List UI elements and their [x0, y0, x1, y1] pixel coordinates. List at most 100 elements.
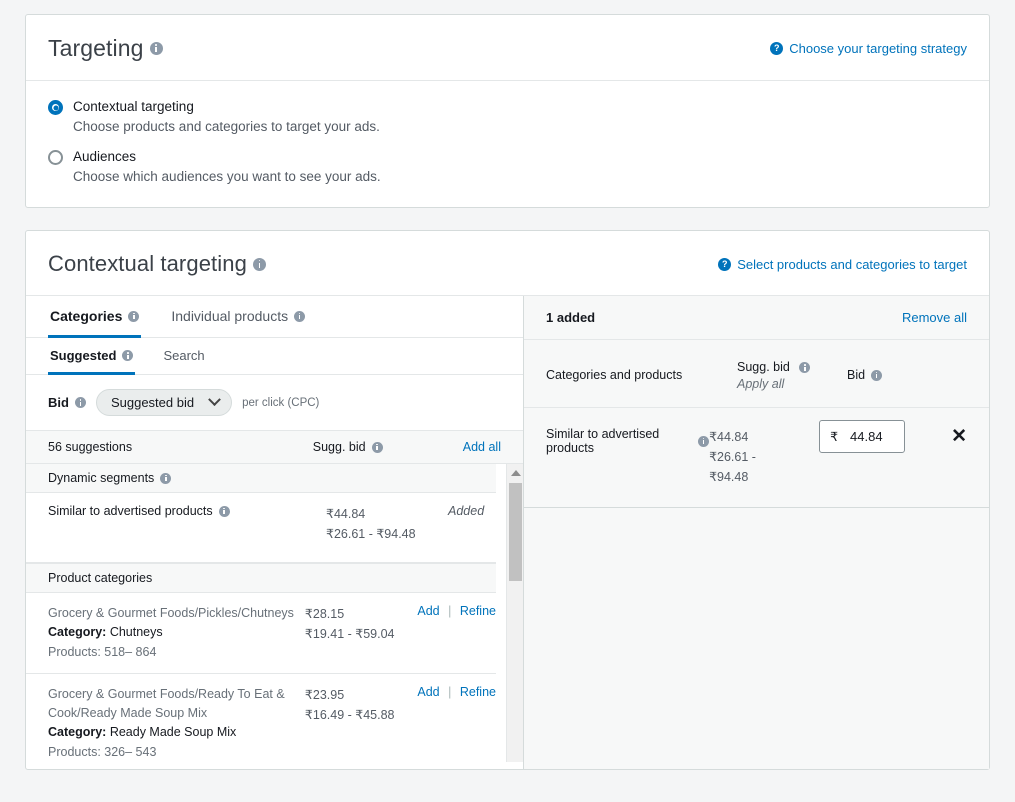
- list-item-path: Grocery & Gourmet Foods/Ready To Eat & C…: [48, 685, 297, 723]
- radio-audiences-label: Audiences: [73, 149, 136, 165]
- chevron-down-icon: [208, 393, 221, 406]
- remove-row-button[interactable]: ✕: [951, 420, 967, 454]
- list-item-bid-range: ₹19.41 - ₹59.04: [305, 624, 417, 644]
- list-item-actions: Add | Refine: [417, 685, 496, 762]
- tab-categories[interactable]: Categories: [48, 296, 141, 338]
- group-header-label: Product categories: [48, 571, 152, 585]
- info-icon[interactable]: [219, 506, 230, 517]
- suggestions-list-clip: Dynamic segments Similar to advertised p…: [26, 464, 496, 762]
- list-item[interactable]: Similar to advertised products ₹44.84 ₹2…: [26, 493, 496, 563]
- info-icon[interactable]: [150, 42, 163, 55]
- list-item-bid: ₹44.84 ₹26.61 - ₹94.48: [326, 504, 448, 551]
- bid-control-row: Bid Suggested bid per click (CPC): [26, 375, 523, 430]
- remove-all-button[interactable]: Remove all: [902, 310, 967, 325]
- info-icon[interactable]: [372, 442, 383, 453]
- list-item-bid-value: ₹44.84: [326, 504, 448, 524]
- list-item-category: Category: Chutneys: [48, 623, 297, 642]
- list-item-bid-range: ₹26.61 - ₹94.48: [326, 524, 448, 544]
- added-row-name-group: Similar to advertised products: [546, 420, 709, 455]
- refine-button[interactable]: Refine: [460, 604, 496, 618]
- add-button[interactable]: Add: [417, 604, 439, 618]
- list-item-bid-value: ₹28.15: [305, 604, 417, 624]
- info-icon[interactable]: [75, 397, 86, 408]
- list-item-products: Products: 518– 864: [48, 643, 297, 662]
- targeting-title-text: Targeting: [48, 35, 144, 62]
- list-item-category: Category: Ready Made Soup Mix: [48, 723, 297, 742]
- radio-audiences[interactable]: [48, 150, 63, 165]
- list-item-actions: Add | Refine: [417, 604, 496, 662]
- added-table-header: Categories and products Sugg. bid Apply …: [524, 340, 989, 408]
- list-item-bid: ₹23.95 ₹16.49 - ₹45.88: [305, 685, 417, 762]
- info-icon[interactable]: [799, 362, 810, 373]
- radio-audiences-desc: Choose which audiences you want to see y…: [73, 169, 967, 185]
- bid-type-value: Suggested bid: [111, 395, 194, 410]
- contextual-card-header: Contextual targeting ? Select products a…: [26, 231, 989, 296]
- subtab-suggested[interactable]: Suggested: [48, 338, 135, 375]
- suggestion-subtabs: Suggested Search: [26, 338, 523, 375]
- info-icon[interactable]: [128, 311, 139, 322]
- add-all-button[interactable]: Add all: [463, 440, 501, 454]
- info-icon[interactable]: [698, 436, 709, 447]
- list-item-category-label: Category:: [48, 625, 106, 639]
- list-item[interactable]: Grocery & Gourmet Foods/Ready To Eat & C…: [26, 674, 496, 762]
- choose-targeting-strategy-label: Choose your targeting strategy: [789, 41, 967, 56]
- apply-all-button[interactable]: Apply all: [737, 377, 847, 391]
- bid-input[interactable]: [848, 428, 898, 445]
- list-item[interactable]: Grocery & Gourmet Foods/Pickles/Chutneys…: [26, 593, 496, 674]
- table-row: Similar to advertised products ₹44.84 ₹2…: [524, 408, 989, 508]
- add-button[interactable]: Add: [417, 685, 439, 699]
- choose-targeting-strategy-link[interactable]: ? Choose your targeting strategy: [770, 41, 967, 56]
- scrollbar-thumb[interactable]: [509, 483, 522, 581]
- contextual-title-text: Contextual targeting: [48, 251, 247, 277]
- suggestions-scrollbar[interactable]: [506, 464, 523, 762]
- group-header-product-categories: Product categories: [26, 563, 496, 593]
- radio-contextual-targeting[interactable]: [48, 100, 63, 115]
- radio-option-audiences[interactable]: Audiences: [48, 149, 967, 165]
- list-item-name: Grocery & Gourmet Foods/Pickles/Chutneys…: [48, 604, 305, 662]
- radio-contextual-targeting-desc: Choose products and categories to target…: [73, 119, 967, 135]
- radio-option-contextual-targeting[interactable]: Contextual targeting: [48, 99, 967, 115]
- added-row-bid-control: ₹: [819, 420, 939, 453]
- bid-label-group: Bid: [48, 395, 86, 410]
- column-sugg-bid: Sugg. bid Apply all: [737, 360, 847, 391]
- subtab-search[interactable]: Search: [161, 338, 206, 375]
- list-item-actions: Added: [448, 504, 484, 551]
- tab-individual-products-label: Individual products: [171, 308, 288, 324]
- list-item-category-label: Category:: [48, 725, 106, 739]
- added-row-sugg-bid-range-2: ₹94.48: [709, 467, 819, 487]
- list-item-category-value: Chutneys: [110, 625, 163, 639]
- info-icon[interactable]: [294, 311, 305, 322]
- column-bid-label: Bid: [847, 368, 865, 382]
- select-products-categories-label: Select products and categories to target: [737, 257, 967, 272]
- info-icon[interactable]: [871, 370, 882, 381]
- list-item-bid: ₹28.15 ₹19.41 - ₹59.04: [305, 604, 417, 662]
- list-item-path: Grocery & Gourmet Foods/Pickles/Chutneys: [48, 604, 297, 623]
- tab-individual-products[interactable]: Individual products: [169, 296, 307, 338]
- scroll-up-arrow-icon[interactable]: [507, 464, 523, 481]
- refine-button[interactable]: Refine: [460, 685, 496, 699]
- info-icon[interactable]: [253, 258, 266, 271]
- column-bid: Bid: [847, 360, 967, 382]
- radio-contextual-targeting-label: Contextual targeting: [73, 99, 194, 115]
- question-mark-icon: ?: [718, 258, 731, 271]
- subtab-search-label: Search: [163, 348, 204, 363]
- bid-input-wrapper[interactable]: ₹: [819, 420, 905, 453]
- suggestions-list-header: 56 suggestions Sugg. bid Add all: [26, 430, 523, 464]
- list-item-bid-value: ₹23.95: [305, 685, 417, 705]
- group-header-dynamic-segments: Dynamic segments: [26, 464, 496, 493]
- column-sugg-bid-label: Sugg. bid: [737, 360, 790, 374]
- info-icon[interactable]: [122, 350, 133, 361]
- select-products-categories-link[interactable]: ? Select products and categories to targ…: [718, 257, 967, 272]
- info-icon[interactable]: [160, 473, 171, 484]
- category-tabs: Categories Individual products: [26, 296, 523, 338]
- sugg-bid-label: Sugg. bid: [313, 440, 366, 454]
- added-row-sugg-bid: ₹44.84 ₹26.61 - ₹94.48: [709, 420, 819, 487]
- list-item-name: Grocery & Gourmet Foods/Ready To Eat & C…: [48, 685, 305, 762]
- bid-type-dropdown[interactable]: Suggested bid: [96, 389, 232, 416]
- targeting-card: Targeting ? Choose your targeting strate…: [25, 14, 990, 208]
- group-header-label: Dynamic segments: [48, 471, 154, 485]
- list-item-category-value: Ready Made Soup Mix: [110, 725, 236, 739]
- added-pane: 1 added Remove all Categories and produc…: [524, 296, 989, 769]
- page-title: Targeting: [48, 35, 163, 62]
- contextual-targeting-card: Contextual targeting ? Select products a…: [25, 230, 990, 770]
